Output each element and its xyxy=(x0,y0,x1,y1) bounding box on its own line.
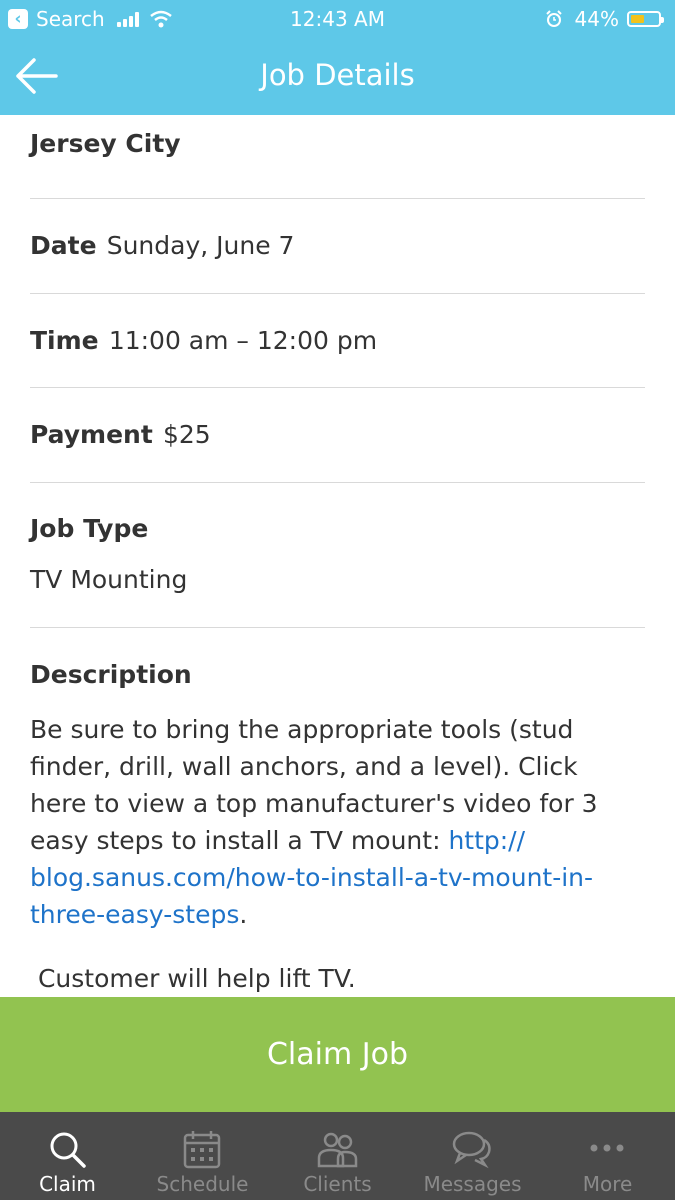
tab-label: Clients xyxy=(303,1172,372,1196)
divider xyxy=(30,387,645,388)
description-label-row: Description xyxy=(30,660,645,689)
tab-more[interactable]: More xyxy=(540,1112,675,1200)
tab-clients[interactable]: Clients xyxy=(270,1112,405,1200)
job-type-value: TV Mounting xyxy=(30,565,188,594)
description-label: Description xyxy=(30,660,192,689)
location: Jersey City xyxy=(30,129,181,158)
job-type-label-row: Job Type xyxy=(30,514,645,543)
job-type-value-row: TV Mounting xyxy=(30,565,645,594)
location-row: Jersey City xyxy=(30,129,645,158)
payment-value: $25 xyxy=(162,420,211,449)
tab-label: Schedule xyxy=(156,1172,249,1196)
tab-claim[interactable]: Claim xyxy=(0,1112,135,1200)
time-label: Time xyxy=(30,326,99,355)
tab-bar: Claim Schedule Clients Messages More xyxy=(0,1112,675,1200)
divider xyxy=(30,198,645,199)
date-row: Date Sunday, June 7 xyxy=(30,231,645,260)
nav-bar: Job Details xyxy=(0,40,675,115)
page-title: Job Details xyxy=(260,58,415,92)
time-row: Time 11:00 am – 12:00 pm xyxy=(30,326,645,355)
battery-percent: 44% xyxy=(574,7,619,31)
divider xyxy=(30,482,645,483)
search-icon xyxy=(50,1132,86,1168)
header: ‹ Search 12:43 AM 44% Job Details xyxy=(0,0,675,115)
chat-bubbles-icon xyxy=(452,1131,491,1169)
payment-label: Payment xyxy=(30,420,153,449)
job-type-label: Job Type xyxy=(30,514,149,543)
date-label: Date xyxy=(30,231,97,260)
status-right: 44% xyxy=(545,7,664,31)
divider xyxy=(30,627,645,628)
battery-icon xyxy=(627,11,664,27)
tab-schedule[interactable]: Schedule xyxy=(135,1112,270,1200)
status-bar: ‹ Search 12:43 AM 44% xyxy=(0,0,675,40)
tab-label: Claim xyxy=(39,1172,96,1196)
divider xyxy=(30,293,645,294)
description-note: Customer will help lift TV. xyxy=(30,964,356,993)
claim-job-button[interactable]: Claim Job xyxy=(0,997,675,1112)
payment-row: Payment $25 xyxy=(30,420,645,449)
people-icon xyxy=(317,1132,358,1168)
time-value: 11:00 am – 12:00 pm xyxy=(108,326,378,355)
job-details[interactable]: Jersey City Date Sunday, June 7 Time 11:… xyxy=(0,115,675,997)
alarm-icon xyxy=(545,10,562,27)
date-value: Sunday, June 7 xyxy=(106,231,295,260)
tab-label: Messages xyxy=(423,1172,522,1196)
calendar-icon xyxy=(183,1131,221,1169)
more-dots-icon xyxy=(590,1144,624,1152)
tab-messages[interactable]: Messages xyxy=(405,1112,540,1200)
description-text: Be sure to bring the appropriate tools (… xyxy=(30,715,598,929)
tab-label: More xyxy=(582,1172,633,1196)
